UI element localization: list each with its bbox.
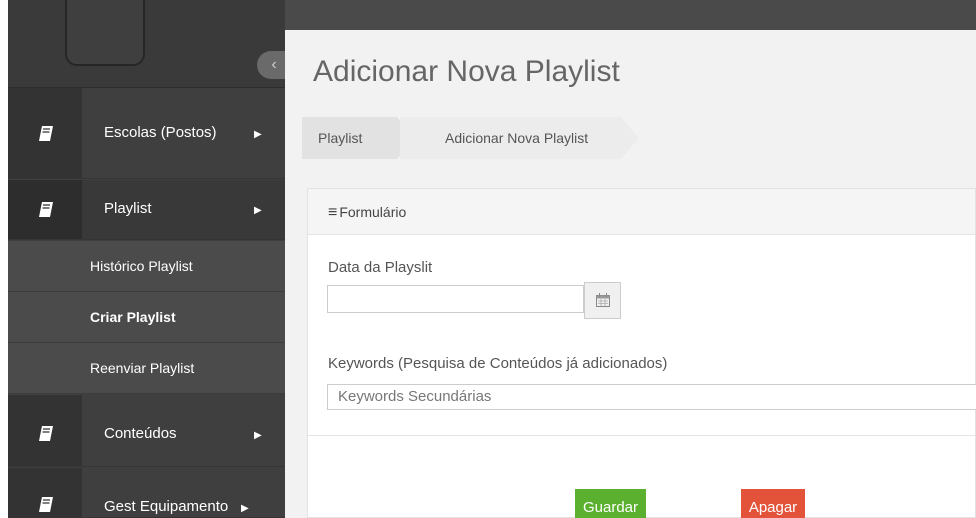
date-label: Data da Playslit bbox=[328, 259, 433, 276]
form-panel: ≡ Formulário Data da Playslit Keywords (P… bbox=[307, 188, 976, 518]
keywords-label: Keywords (Pesquisa de Conteúdos já adici… bbox=[328, 355, 668, 372]
sidebar-subitem-reenviar-playlist[interactable]: Reenviar Playlist bbox=[8, 343, 285, 394]
book-icon bbox=[39, 497, 53, 512]
date-input[interactable] bbox=[327, 285, 584, 313]
breadcrumb-item-playlist[interactable]: Playlist bbox=[302, 117, 397, 159]
breadcrumb-item-current: Adicionar Nova Playlist bbox=[400, 117, 621, 159]
delete-button[interactable]: Apagar bbox=[741, 489, 805, 518]
hamburger-icon: ≡ bbox=[328, 204, 338, 221]
book-icon bbox=[39, 426, 53, 441]
chevron-left-icon: ‹ bbox=[271, 56, 277, 73]
book-icon bbox=[39, 202, 53, 217]
caret-right-icon: ▶ bbox=[254, 430, 262, 441]
sidebar-item-label: Playlist bbox=[104, 200, 152, 217]
sidebar-subitem-label: Histórico Playlist bbox=[90, 258, 193, 274]
caret-right-icon: ▶ bbox=[254, 205, 262, 216]
sidebar-subitem-historico-playlist[interactable]: Histórico Playlist bbox=[8, 241, 285, 292]
sidebar: ‹ Escolas (Postos) ▶ Playlist ▶ Históric… bbox=[8, 0, 285, 518]
sidebar-subitem-criar-playlist[interactable]: Criar Playlist bbox=[8, 292, 285, 343]
sidebar-item-label: Gest Equipamento bbox=[104, 498, 229, 515]
book-icon bbox=[39, 126, 53, 141]
sidebar-item-escolas[interactable]: Escolas (Postos) ▶ bbox=[8, 88, 285, 179]
logo bbox=[65, 0, 145, 66]
sidebar-item-label: Conteúdos bbox=[104, 425, 177, 442]
calendar-icon bbox=[596, 293, 610, 307]
sidebar-item-label: Escolas (Postos) bbox=[104, 124, 217, 141]
logo-area: ‹ bbox=[8, 0, 285, 88]
caret-right-icon: ▶ bbox=[254, 129, 262, 140]
page-title: Adicionar Nova Playlist bbox=[313, 55, 620, 88]
breadcrumb-arrow bbox=[621, 117, 639, 159]
date-picker-button[interactable] bbox=[584, 282, 621, 319]
top-bar bbox=[285, 0, 976, 30]
sidebar-item-conteudos[interactable]: Conteúdos ▶ bbox=[8, 395, 285, 467]
caret-right-icon: ▶ bbox=[241, 503, 249, 514]
divider bbox=[308, 435, 975, 436]
save-button[interactable]: Guardar bbox=[575, 489, 646, 518]
sidebar-item-gest-equipamento[interactable]: Gest Equipamento ▶ bbox=[8, 468, 285, 518]
main-content: Adicionar Nova Playlist Playlist Adicion… bbox=[285, 30, 976, 518]
collapse-sidebar-button[interactable]: ‹ bbox=[257, 51, 285, 79]
panel-header: ≡ Formulário bbox=[308, 189, 975, 235]
sidebar-subitem-label: Criar Playlist bbox=[90, 309, 176, 325]
sidebar-subitem-label: Reenviar Playlist bbox=[90, 360, 195, 376]
sidebar-item-playlist[interactable]: Playlist ▶ bbox=[8, 180, 285, 240]
panel-title: Formulário bbox=[339, 204, 407, 220]
keywords-input[interactable]: Keywords Secundárias bbox=[327, 384, 976, 410]
